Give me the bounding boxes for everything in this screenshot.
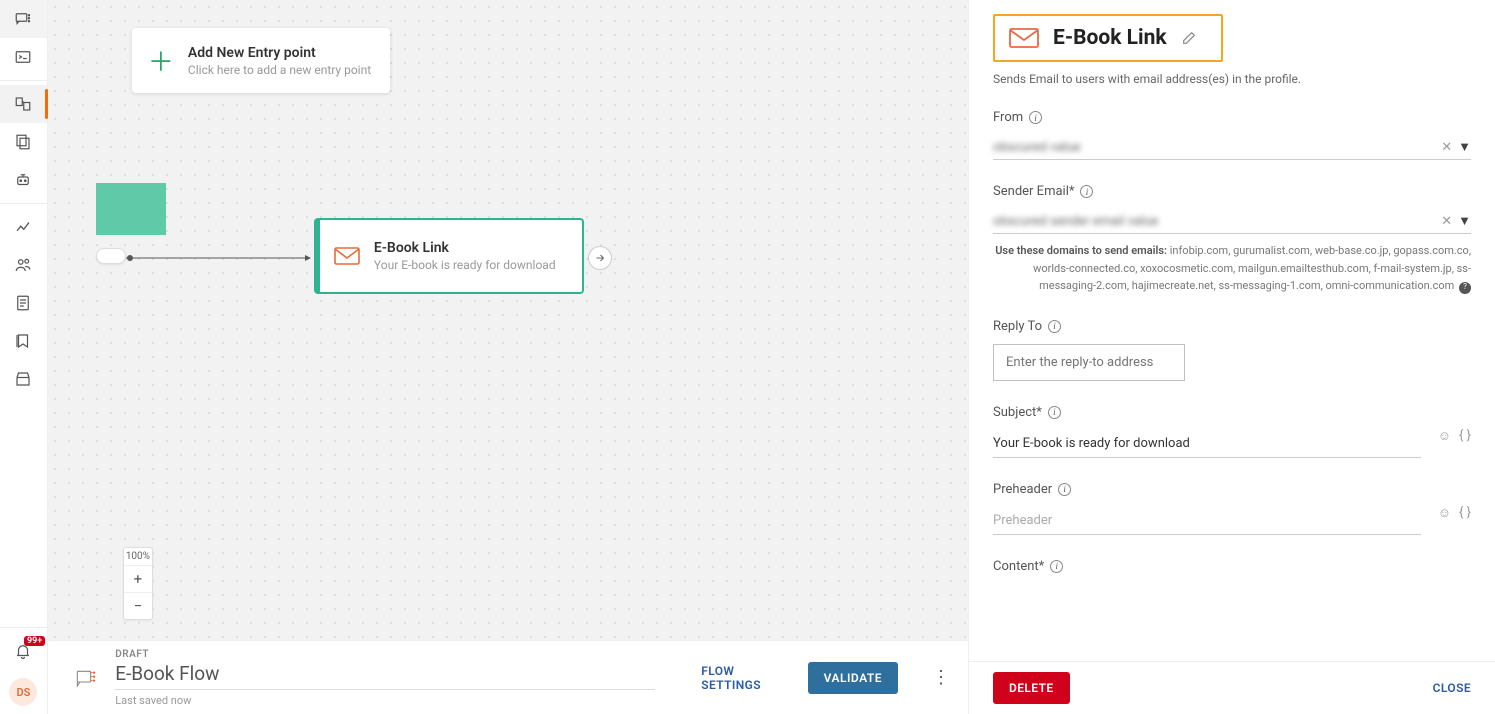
- nav-templates-icon[interactable]: [0, 123, 47, 161]
- flow-name[interactable]: E-Book Flow: [115, 662, 655, 685]
- dropdown-caret-icon[interactable]: ▼: [1458, 213, 1471, 229]
- close-button[interactable]: CLOSE: [1433, 681, 1471, 695]
- sender-email-value: obscured sender email value: [993, 214, 1435, 229]
- info-icon[interactable]: i: [1048, 406, 1061, 419]
- more-options-icon[interactable]: ⋮: [932, 667, 950, 688]
- envelope-icon: [1009, 26, 1039, 50]
- info-icon[interactable]: i: [1029, 111, 1042, 124]
- email-node-subtitle: Your E-book is ready for download: [374, 258, 556, 272]
- reply-to-input[interactable]: [993, 344, 1185, 381]
- flow-status: DRAFT: [115, 649, 655, 660]
- sender-email-label: Sender Email*: [993, 184, 1074, 199]
- dropdown-caret-icon[interactable]: ▼: [1458, 139, 1471, 155]
- zoom-level: 100%: [126, 548, 150, 565]
- left-sidebar: 99+ DS: [0, 0, 48, 714]
- delete-button[interactable]: DELETE: [993, 672, 1070, 704]
- validate-button[interactable]: VALIDATE: [808, 662, 898, 694]
- info-icon[interactable]: i: [1058, 483, 1071, 496]
- from-label: From: [993, 110, 1023, 125]
- footer-bar: DRAFT E-Book Flow Last saved now FLOW SE…: [48, 640, 968, 714]
- zoom-in-button[interactable]: +: [124, 565, 152, 592]
- flow-settings-button[interactable]: FLOW SETTINGS: [691, 658, 779, 698]
- zoom-controls: 100% + −: [123, 547, 153, 620]
- nav-bot-icon[interactable]: [0, 161, 47, 199]
- start-connector[interactable]: [96, 248, 126, 264]
- panel-title-box: E-Book Link: [993, 14, 1223, 62]
- subject-input[interactable]: [993, 430, 1421, 458]
- nav-document-icon[interactable]: [0, 284, 47, 322]
- sender-email-select[interactable]: obscured sender email value ✕ ▼: [993, 209, 1471, 234]
- start-block[interactable]: [96, 183, 166, 235]
- domains-hint: Use these domains to send emails: infobi…: [993, 242, 1471, 295]
- from-select[interactable]: obscured value ✕ ▼: [993, 135, 1471, 160]
- plus-icon: ＋: [148, 42, 174, 79]
- nav-flows-icon[interactable]: [0, 85, 47, 123]
- entry-card-title: Add New Entry point: [188, 45, 371, 61]
- placeholder-brackets-icon[interactable]: { }: [1459, 428, 1471, 444]
- placeholder-brackets-icon[interactable]: { }: [1459, 505, 1471, 521]
- preheader-label: Preheader: [993, 482, 1052, 497]
- reply-to-label: Reply To: [993, 319, 1042, 334]
- content-label: Content*: [993, 559, 1044, 574]
- add-entry-point-card[interactable]: ＋ Add New Entry point Click here to add …: [132, 28, 390, 93]
- from-value: obscured value: [993, 140, 1435, 155]
- subject-label: Subject*: [993, 405, 1042, 420]
- nav-store-icon[interactable]: [0, 360, 47, 398]
- nav-terminal-icon[interactable]: [0, 38, 47, 76]
- emoji-icon[interactable]: ☺: [1438, 428, 1451, 444]
- edit-icon[interactable]: [1181, 30, 1197, 46]
- side-panel: E-Book Link Sends Email to users with em…: [968, 0, 1495, 714]
- flow-icon: [76, 665, 97, 691]
- panel-title: E-Book Link: [1053, 26, 1167, 50]
- envelope-icon: [334, 245, 360, 267]
- panel-footer: DELETE CLOSE: [969, 661, 1495, 714]
- panel-description: Sends Email to users with email address(…: [993, 72, 1471, 86]
- entry-card-subtitle: Click here to add a new entry point: [188, 63, 371, 77]
- email-node[interactable]: E-Book Link Your E-book is ready for dow…: [314, 218, 584, 294]
- flow-canvas[interactable]: ＋ Add New Entry point Click here to add …: [48, 0, 968, 640]
- info-icon[interactable]: i: [1050, 560, 1063, 573]
- clear-icon[interactable]: ✕: [1441, 140, 1452, 155]
- preheader-input[interactable]: [993, 507, 1421, 535]
- last-saved: Last saved now: [115, 694, 655, 707]
- notification-badge: 99+: [24, 636, 45, 646]
- nav-analytics-icon[interactable]: [0, 208, 47, 246]
- nav-conversations-icon[interactable]: [0, 0, 47, 38]
- user-avatar[interactable]: DS: [9, 678, 37, 706]
- clear-icon[interactable]: ✕: [1441, 214, 1452, 229]
- info-icon[interactable]: i: [1048, 320, 1061, 333]
- nav-bookmark-icon[interactable]: [0, 322, 47, 360]
- emoji-icon[interactable]: ☺: [1438, 505, 1451, 521]
- nav-people-icon[interactable]: [0, 246, 47, 284]
- notifications-bell-icon[interactable]: 99+: [0, 632, 47, 670]
- help-icon[interactable]: ?: [1459, 282, 1471, 294]
- flow-connector-line: [126, 254, 316, 264]
- zoom-out-button[interactable]: −: [124, 592, 152, 619]
- node-output-connector[interactable]: [588, 246, 612, 270]
- email-node-title: E-Book Link: [374, 240, 556, 256]
- info-icon[interactable]: i: [1080, 185, 1093, 198]
